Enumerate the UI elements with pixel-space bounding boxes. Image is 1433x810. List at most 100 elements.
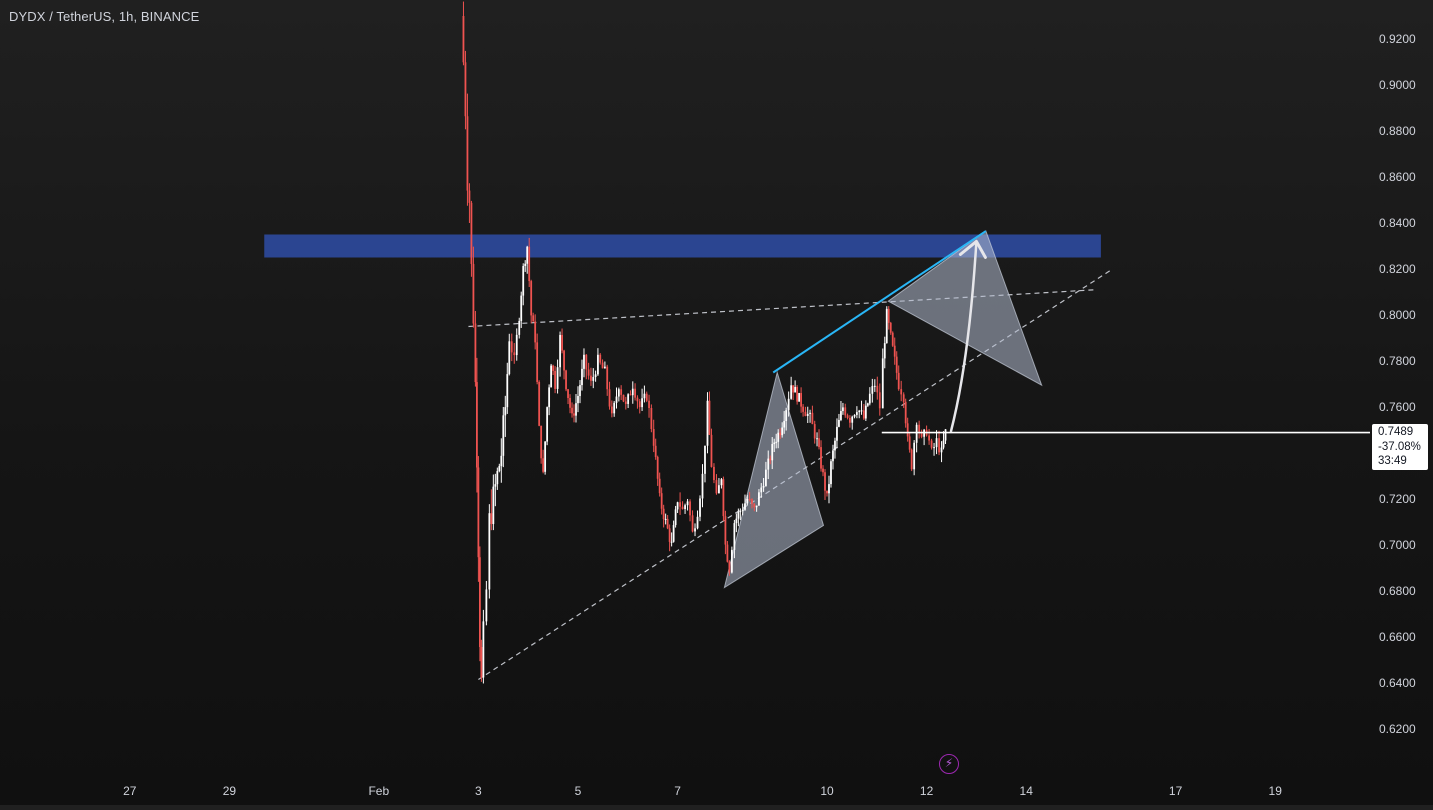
candle-body — [902, 394, 905, 402]
candle-body — [824, 472, 826, 491]
candle-body — [726, 544, 729, 562]
candle-body — [910, 449, 913, 470]
candle-body — [918, 424, 921, 432]
candle-body — [559, 334, 561, 368]
candle-body — [777, 432, 780, 442]
candle-body — [660, 493, 663, 509]
candle-body — [897, 372, 900, 390]
lightning-bolt-icon[interactable]: ⚡ — [939, 754, 959, 774]
candle-body — [686, 501, 689, 506]
candlestick-chart[interactable]: 0.6200 0.6400 0.6600 0.6800 0.7000 0.7200 0.74… — [0, 0, 1433, 805]
candle-body — [554, 370, 556, 389]
candle-body — [751, 499, 753, 504]
candle-body — [887, 308, 890, 323]
candle-body — [636, 397, 639, 402]
candle-body — [552, 365, 554, 371]
candle-body — [482, 621, 485, 678]
candle-body — [699, 498, 701, 517]
candle-body — [569, 397, 571, 408]
candle-body — [840, 411, 842, 420]
candle-body — [500, 455, 503, 467]
x-axis-tick-label: 27 — [123, 784, 137, 798]
candle-body — [838, 419, 840, 427]
candle-body — [696, 516, 699, 529]
candle-body — [567, 389, 569, 398]
candle-body — [720, 479, 723, 486]
candle-body — [658, 478, 661, 494]
candle-body — [470, 202, 473, 264]
candle-body — [478, 557, 481, 648]
candle-body — [860, 410, 863, 412]
candle-body — [679, 502, 681, 507]
candle-body — [704, 445, 706, 474]
candle-body — [858, 410, 861, 413]
candle-body — [933, 447, 935, 449]
candle-body — [579, 385, 581, 397]
x-axis-tick-label: 17 — [1169, 784, 1183, 798]
candle-body — [713, 466, 715, 481]
candle-body — [634, 388, 637, 398]
x-axis-tick-label: Feb — [368, 784, 389, 798]
candle-body — [472, 263, 475, 324]
candle-body — [650, 408, 653, 429]
candle-body — [565, 370, 567, 390]
candle-body — [944, 429, 947, 441]
candle-body — [556, 367, 559, 389]
candle-body — [722, 479, 725, 517]
candle-body — [550, 365, 553, 388]
candle-body — [613, 402, 616, 414]
candle-body — [599, 354, 602, 363]
candle-body — [895, 356, 898, 373]
candle-body — [594, 374, 597, 378]
candle-body — [518, 321, 521, 335]
candle-body — [878, 392, 881, 409]
candle-body — [748, 499, 751, 501]
candle-body — [873, 385, 876, 387]
candle-body — [706, 400, 709, 446]
candle-body — [792, 385, 795, 393]
x-axis-tick-label: 12 — [920, 784, 934, 798]
candle-body — [638, 401, 641, 408]
candle-body — [900, 389, 903, 395]
candle-body — [834, 440, 836, 451]
candle-body — [796, 387, 799, 402]
candle-body — [689, 501, 691, 516]
y-axis-tick-label: 0.7800 — [1379, 354, 1416, 368]
candle-body — [627, 394, 630, 404]
candle-body — [724, 516, 727, 545]
candle-body — [940, 447, 943, 453]
candle-body — [674, 509, 677, 526]
candle-body — [737, 512, 740, 519]
candle-body — [522, 265, 525, 296]
y-axis-tick-label: 0.9200 — [1379, 32, 1416, 46]
x-axis-tick-label: 3 — [475, 784, 482, 798]
candle-body — [739, 510, 742, 513]
candle-body — [617, 389, 620, 397]
candle-body — [844, 407, 847, 416]
candle-body — [864, 405, 867, 419]
candle-body — [691, 515, 694, 532]
x-axis-tick-label: 14 — [1020, 784, 1034, 798]
candle-body — [561, 334, 563, 351]
candle-body — [520, 295, 523, 322]
candle-body — [862, 410, 865, 419]
chart-area[interactable]: 0.6200 0.6400 0.6600 0.6800 0.7000 0.7200 0.74… — [0, 0, 1433, 805]
candle-body — [606, 366, 609, 390]
candle-body — [474, 323, 477, 383]
candle-body — [908, 436, 911, 450]
price-change-percent: -37.08% — [1378, 440, 1421, 453]
candle-body — [891, 332, 894, 346]
candle-body — [836, 426, 838, 441]
candle-body — [809, 412, 811, 414]
y-axis-tick-label: 0.6800 — [1379, 584, 1416, 598]
candle-body — [866, 403, 869, 406]
candle-body — [816, 438, 818, 440]
candle-body — [893, 345, 896, 357]
candle-body — [802, 406, 804, 412]
candle-body — [668, 528, 671, 542]
pattern-triangle-left[interactable] — [723, 370, 825, 589]
candle-body — [728, 561, 731, 573]
candle-body — [587, 369, 590, 376]
candle-body — [629, 394, 632, 396]
candle-body — [502, 415, 505, 456]
